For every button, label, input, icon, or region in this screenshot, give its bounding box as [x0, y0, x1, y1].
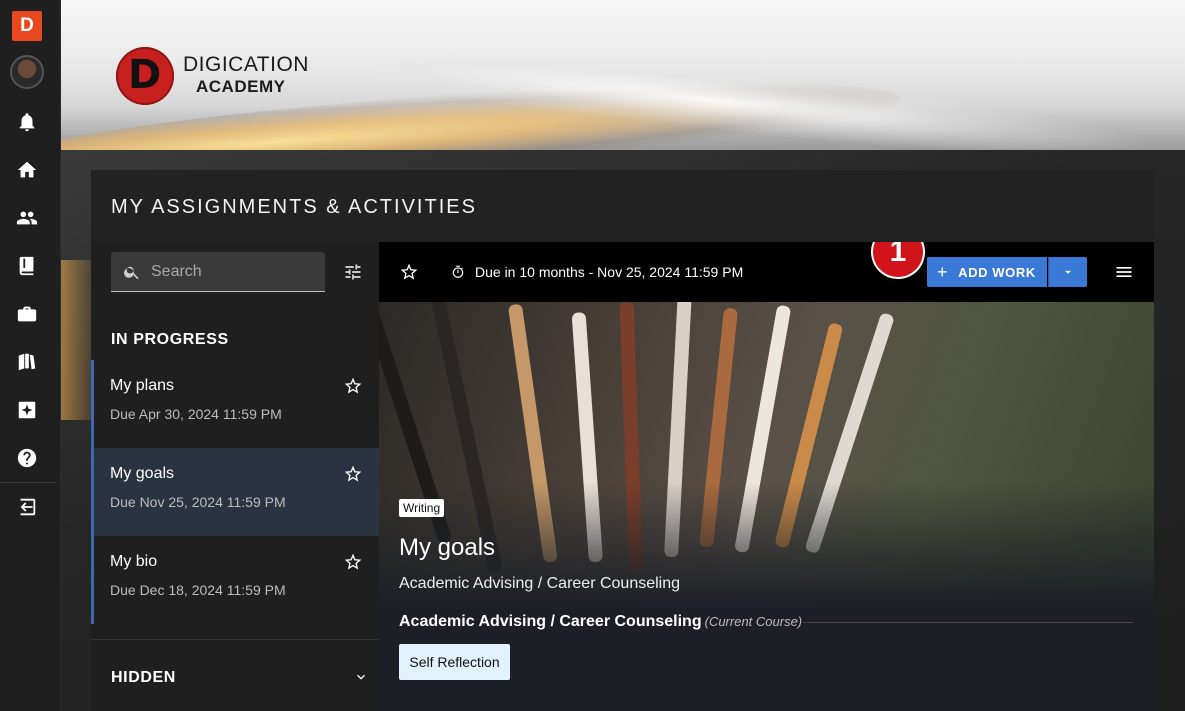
search-icon [124, 266, 139, 279]
star-icon[interactable] [343, 552, 363, 572]
item-name: My bio [110, 553, 158, 570]
help-icon[interactable] [15, 446, 39, 470]
book-icon[interactable] [15, 254, 39, 278]
item-due: Due Apr 30, 2024 11:59 PM [110, 406, 282, 422]
annotation-marker: 1 [873, 242, 923, 277]
menu-icon[interactable] [1114, 262, 1134, 282]
caret-down-icon [1065, 270, 1071, 274]
add-work-label: ADD WORK [958, 264, 1036, 280]
left-rail: D [0, 0, 61, 711]
brand-mark: D [116, 47, 174, 105]
add-work-button[interactable]: + ADD WORK [927, 257, 1047, 287]
people-icon[interactable] [15, 206, 39, 230]
category-tag: Writing [399, 499, 445, 517]
assignment-list: IN PROGRESS My plans Due Apr 30, 2024 11… [91, 242, 379, 711]
item-name: My goals [110, 465, 175, 482]
assignments-panel: MY ASSIGNMENTS & ACTIVITIES IN PROGRESS … [91, 170, 1154, 711]
avatar[interactable] [10, 55, 44, 89]
item-name: My plans [110, 377, 175, 394]
brand-logo[interactable]: D DIGICATION ACADEMY [116, 47, 309, 105]
logout-icon[interactable] [15, 495, 39, 519]
hidden-heading[interactable]: HIDDEN [111, 669, 176, 687]
plus-icon: + [937, 262, 949, 282]
search-box[interactable] [111, 252, 325, 292]
star-icon[interactable] [343, 376, 363, 396]
star-icon[interactable] [343, 464, 363, 484]
current-course-note: (Current Course) [704, 614, 803, 629]
add-work-dropdown-button[interactable] [1048, 257, 1087, 287]
cover-image [379, 302, 1154, 612]
timer-icon [451, 265, 465, 279]
section-divider [91, 639, 379, 640]
brand-text: DIGICATION ACADEMY [183, 54, 309, 98]
bell-icon[interactable] [15, 110, 39, 134]
work-title: My goals [399, 534, 496, 561]
due-date-text: Due in 10 months - Nov 25, 2024 11:59 PM [475, 264, 744, 280]
search-input[interactable] [151, 262, 311, 281]
app-logo[interactable]: D [12, 11, 42, 41]
briefcase-icon[interactable] [15, 302, 39, 326]
library-icon[interactable] [15, 350, 39, 374]
course-subtitle: Academic Advising / Career Counseling [399, 575, 681, 592]
filter-icon[interactable] [343, 262, 363, 282]
self-reflection-chip[interactable]: Self Reflection [399, 644, 510, 680]
chevron-down-icon[interactable] [353, 669, 369, 685]
brand-line2: ACADEMY [196, 77, 286, 96]
rail-divider [0, 482, 55, 483]
assignment-detail: Due in 10 months - Nov 25, 2024 11:59 PM… [379, 242, 1154, 711]
header-banner: D DIGICATION ACADEMY [61, 0, 1185, 150]
star-icon[interactable] [399, 262, 419, 282]
detail-toolbar: Due in 10 months - Nov 25, 2024 11:59 PM… [379, 242, 1154, 302]
brand-line1: DIGICATION [183, 53, 309, 76]
list-item[interactable]: My goals Due Nov 25, 2024 11:59 PM [91, 448, 379, 536]
page-title: MY ASSIGNMENTS & ACTIVITIES [111, 196, 477, 218]
in-progress-heading: IN PROGRESS [111, 331, 229, 348]
list-item[interactable]: My plans Due Apr 30, 2024 11:59 PM [91, 360, 379, 448]
home-icon[interactable] [15, 158, 39, 182]
course-heading: Academic Advising / Career Counseling (Cu… [399, 613, 802, 631]
sparkle-icon[interactable] [15, 398, 39, 422]
item-due: Due Nov 25, 2024 11:59 PM [110, 494, 286, 510]
course-divider [803, 622, 1133, 623]
course-name: Academic Advising / Career Counseling [399, 613, 702, 630]
list-item[interactable]: My bio Due Dec 18, 2024 11:59 PM [91, 536, 379, 624]
brand-mark-letter: D [128, 52, 162, 98]
item-due: Due Dec 18, 2024 11:59 PM [110, 582, 286, 598]
